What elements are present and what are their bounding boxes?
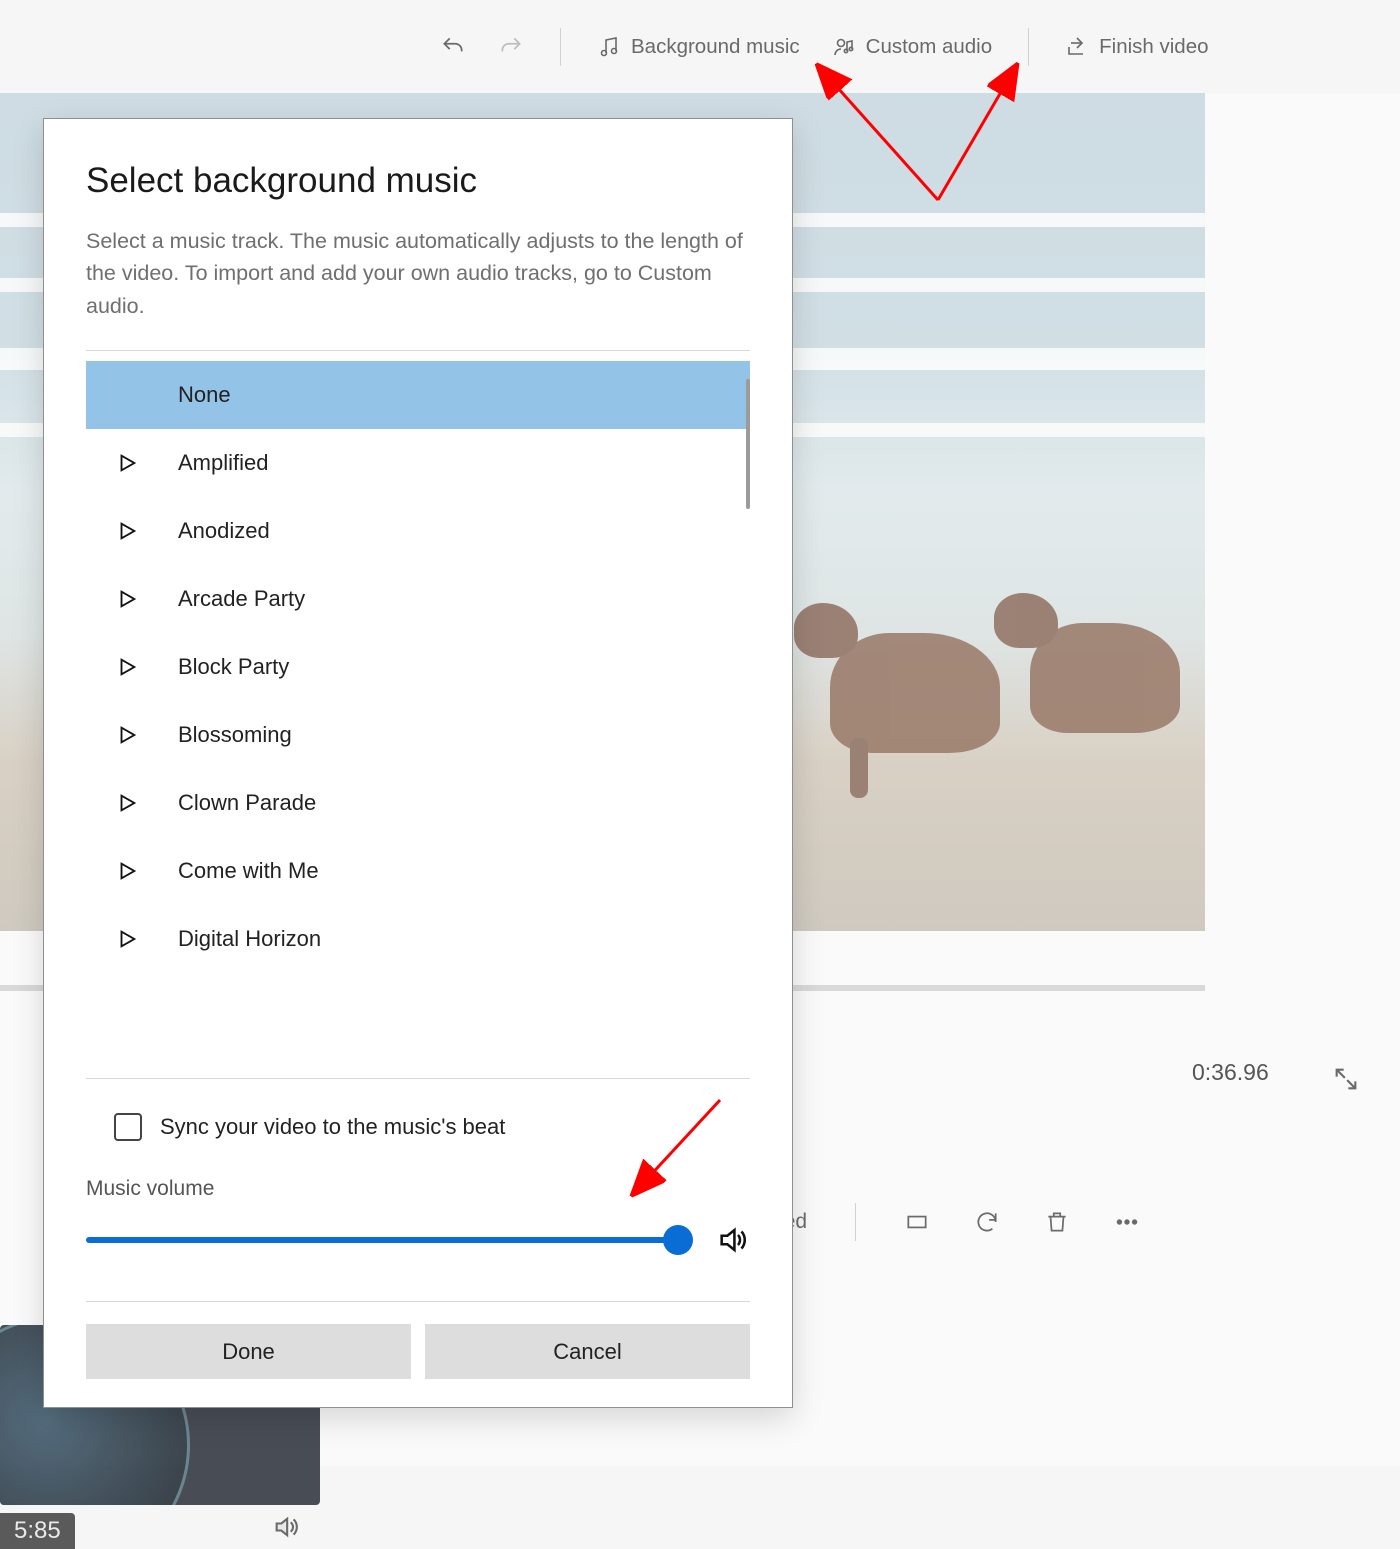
play-icon[interactable] (116, 520, 178, 542)
delete-button[interactable] (1042, 1205, 1072, 1239)
divider (86, 350, 750, 351)
dialog-description: Select a music track. The music automati… (86, 225, 750, 322)
custom-audio-button[interactable]: Custom audio (830, 31, 994, 63)
divider (560, 28, 561, 66)
play-icon[interactable] (116, 860, 178, 882)
redo-button[interactable] (496, 32, 526, 62)
duration-label: 0:36.96 (1192, 1059, 1269, 1086)
play-icon[interactable] (116, 928, 178, 950)
more-button[interactable] (1112, 1205, 1142, 1239)
scrollbar-thumb[interactable] (746, 379, 750, 509)
track-row[interactable]: Arcade Party (86, 565, 750, 633)
track-label: Arcade Party (178, 586, 305, 612)
person-audio-icon (832, 35, 856, 59)
play-icon[interactable] (116, 452, 178, 474)
sync-checkbox[interactable] (114, 1113, 142, 1141)
play-icon[interactable] (116, 792, 178, 814)
track-label: Amplified (178, 450, 268, 476)
volume-row (86, 1223, 750, 1257)
volume-slider[interactable] (86, 1237, 688, 1243)
track-label: Blossoming (178, 722, 292, 748)
track-row[interactable]: Amplified (86, 429, 750, 497)
track-list[interactable]: None Amplified Anodized Arcade Party Block P… (86, 361, 750, 1068)
expand-icon (1332, 1065, 1360, 1093)
track-label: Come with Me (178, 858, 319, 884)
track-label: None (178, 382, 231, 408)
track-label: Block Party (178, 654, 289, 680)
export-icon (1065, 35, 1089, 59)
rotate-button[interactable] (972, 1205, 1002, 1239)
track-row[interactable]: Blossoming (86, 701, 750, 769)
redo-icon (498, 34, 524, 60)
clip-duration: 5:85 (0, 1513, 75, 1549)
undo-button[interactable] (438, 32, 468, 62)
track-label: Anodized (178, 518, 270, 544)
track-label: Clown Parade (178, 790, 316, 816)
top-toolbar: Background music Custom audio Finish vid… (0, 0, 1400, 93)
finish-video-label: Finish video (1099, 35, 1208, 59)
resize-button[interactable] (902, 1205, 932, 1239)
sync-label: Sync your video to the music's beat (160, 1114, 505, 1140)
speaker-icon (716, 1223, 750, 1257)
cancel-button[interactable]: Cancel (425, 1324, 750, 1379)
undo-icon (440, 34, 466, 60)
finish-video-button[interactable]: Finish video (1063, 31, 1210, 63)
track-row[interactable]: Come with Me (86, 837, 750, 905)
track-row[interactable]: None (86, 361, 750, 429)
track-row[interactable]: Digital Horizon (86, 905, 750, 973)
crop-icon (904, 1209, 930, 1235)
clip-volume-button[interactable] (270, 1509, 302, 1545)
background-music-label: Background music (631, 35, 800, 59)
divider (1028, 28, 1029, 66)
volume-label: Music volume (86, 1177, 750, 1201)
sync-beat-row[interactable]: Sync your video to the music's beat (114, 1113, 750, 1141)
background-music-button[interactable]: Background music (595, 31, 802, 63)
play-icon[interactable] (116, 724, 178, 746)
divider (86, 1078, 750, 1079)
dialog-buttons: Done Cancel (86, 1324, 750, 1379)
divider (86, 1301, 750, 1302)
ellipsis-icon (1114, 1209, 1140, 1235)
horse-graphic (1030, 623, 1180, 733)
fullscreen-button[interactable] (1330, 1061, 1362, 1097)
speaker-icon (272, 1513, 300, 1541)
play-icon[interactable] (116, 656, 178, 678)
track-row[interactable]: Block Party (86, 633, 750, 701)
track-row[interactable]: Anodized (86, 497, 750, 565)
rotate-icon (974, 1209, 1000, 1235)
background-music-dialog: Select background music Select a music t… (43, 118, 793, 1408)
trash-icon (1044, 1209, 1070, 1235)
horse-graphic (830, 633, 1000, 753)
divider (855, 1203, 856, 1241)
dialog-title: Select background music (86, 161, 750, 201)
music-note-icon (597, 35, 621, 59)
slider-thumb[interactable] (663, 1225, 693, 1255)
custom-audio-label: Custom audio (866, 35, 992, 59)
track-row[interactable]: Clown Parade (86, 769, 750, 837)
play-icon[interactable] (116, 588, 178, 610)
track-label: Digital Horizon (178, 926, 321, 952)
done-button[interactable]: Done (86, 1324, 411, 1379)
